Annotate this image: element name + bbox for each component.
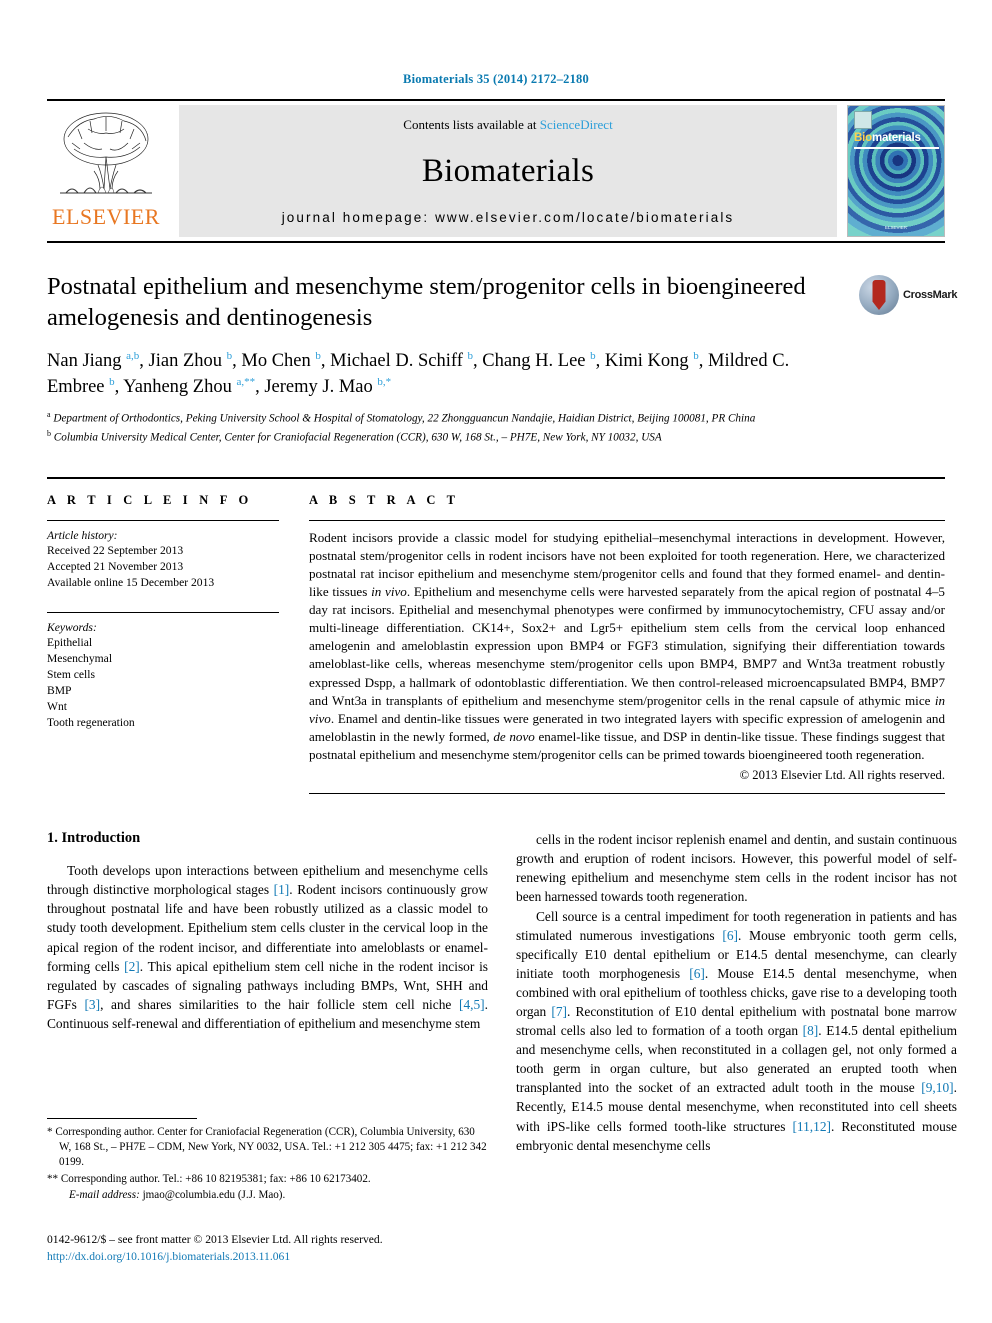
info-abstract-section: A R T I C L E I N F O Article history: R… <box>47 476 945 795</box>
affiliation-a-text: Department of Orthodontics, Peking Unive… <box>53 412 756 425</box>
divider <box>309 519 945 521</box>
article-info-heading: A R T I C L E I N F O <box>47 492 253 507</box>
keyword-item: Wnt <box>47 700 67 714</box>
footnote-divider <box>47 1118 197 1119</box>
journal-masthead: ELSEVIER Contents lists available at Sci… <box>47 99 945 243</box>
contents-prefix: Contents lists available at <box>403 117 540 132</box>
abstract-heading: A B S T R A C T <box>309 492 460 507</box>
journal-cover-thumbnail[interactable]: Biomaterials ELSEVIER <box>847 105 945 237</box>
contents-available-line: Contents lists available at ScienceDirec… <box>403 117 612 133</box>
intro-paragraph-1: Tooth develops upon interactions between… <box>47 863 489 1031</box>
footnote-corresponding-author-1: * Corresponding author. Center for Crani… <box>47 1126 487 1169</box>
elsevier-wordmark: ELSEVIER <box>52 204 160 229</box>
journal-title: Biomaterials <box>421 153 595 189</box>
imprint-block: 0142-9612/$ – see front matter © 2013 El… <box>47 1232 507 1266</box>
page-title: Postnatal epithelium and mesenchyme stem… <box>47 273 806 332</box>
section-heading-introduction: 1. Introduction <box>47 830 141 847</box>
body-columns: 1. Introduction Tooth develops upon inte… <box>47 830 957 1155</box>
keyword-item: Tooth regeneration <box>47 716 135 730</box>
body-right-column: cells in the rodent incisor replenish en… <box>516 830 957 1155</box>
cover-title-materials: materials <box>871 132 921 144</box>
journal-article-page: Biomaterials 35 (2014) 2172–2180 ELSEVIE… <box>0 0 992 1323</box>
cover-rule <box>854 147 939 149</box>
doi-link[interactable]: http://dx.doi.org/10.1016/j.biomaterials… <box>47 1249 507 1266</box>
intro-paragraph-2: Cell source is a central impediment for … <box>516 908 957 1153</box>
crossmark-icon <box>859 275 899 315</box>
keywords-block: Keywords: Epithelial Mesenchymal Stem ce… <box>47 612 279 731</box>
article-history-label: Article history: <box>47 528 118 542</box>
author-list: Nan Jiang a,b, Jian Zhou b, Mo Chen b, M… <box>47 349 790 397</box>
keyword-item: Mesenchymal <box>47 652 113 666</box>
keyword-item: Epithelial <box>47 636 93 650</box>
footnote-corresponding-author-2: ** Corresponding author. Tel.: +86 10 82… <box>47 1172 371 1185</box>
divider <box>47 612 279 614</box>
history-available-online: Available online 15 December 2013 <box>47 575 215 589</box>
elsevier-tree-icon <box>60 112 152 194</box>
crossmark-badge[interactable]: CrossMark <box>859 273 957 317</box>
history-accepted: Accepted 21 November 2013 <box>47 559 184 573</box>
affiliation-list: a Department of Orthodontics, Peking Uni… <box>47 409 945 446</box>
affiliation-b: b Columbia University Medical Center, Ce… <box>47 428 662 444</box>
affiliation-a: a Department of Orthodontics, Peking Uni… <box>47 410 756 425</box>
body-left-column: 1. Introduction Tooth develops upon inte… <box>47 830 488 1155</box>
divider <box>47 519 279 521</box>
cover-publisher-mark-icon <box>854 111 872 129</box>
history-received: Received 22 September 2013 <box>47 543 184 557</box>
keywords-label: Keywords: <box>47 621 97 635</box>
running-head: Biomaterials 35 (2014) 2172–2180 <box>403 72 589 86</box>
cover-footer: ELSEVIER <box>884 225 907 230</box>
journal-homepage[interactable]: journal homepage: www.elsevier.com/locat… <box>282 210 735 225</box>
divider <box>309 793 945 795</box>
article-info-column: A R T I C L E I N F O Article history: R… <box>47 479 279 795</box>
issn-front-matter: 0142-9612/$ – see front matter © 2013 El… <box>47 1233 383 1246</box>
keyword-item: Stem cells <box>47 668 95 682</box>
title-block: Postnatal epithelium and mesenchyme stem… <box>47 271 957 334</box>
cover-title: Biomaterials <box>854 132 921 144</box>
contents-band: Contents lists available at ScienceDirec… <box>179 105 837 237</box>
sciencedirect-link[interactable]: ScienceDirect <box>540 117 613 132</box>
footnote-email[interactable]: E-mail address: jmao@columbia.edu (J.J. … <box>47 1188 488 1203</box>
keyword-item: BMP <box>47 684 72 698</box>
elsevier-logo: ELSEVIER <box>47 105 165 237</box>
abstract-column: A B S T R A C T Rodent incisors provide … <box>309 479 945 795</box>
crossmark-label: CrossMark <box>903 289 958 301</box>
abstract-copyright: © 2013 Elsevier Ltd. All rights reserved… <box>739 768 945 783</box>
affiliation-b-text: Columbia University Medical Center, Cent… <box>53 431 662 444</box>
cover-title-bio: Bio <box>854 132 872 144</box>
footnote-block: * Corresponding author. Center for Crani… <box>47 1118 488 1204</box>
abstract-text: Rodent incisors provide a classic model … <box>309 529 945 763</box>
intro-paragraph-1-cont: cells in the rodent incisor replenish en… <box>516 832 957 905</box>
